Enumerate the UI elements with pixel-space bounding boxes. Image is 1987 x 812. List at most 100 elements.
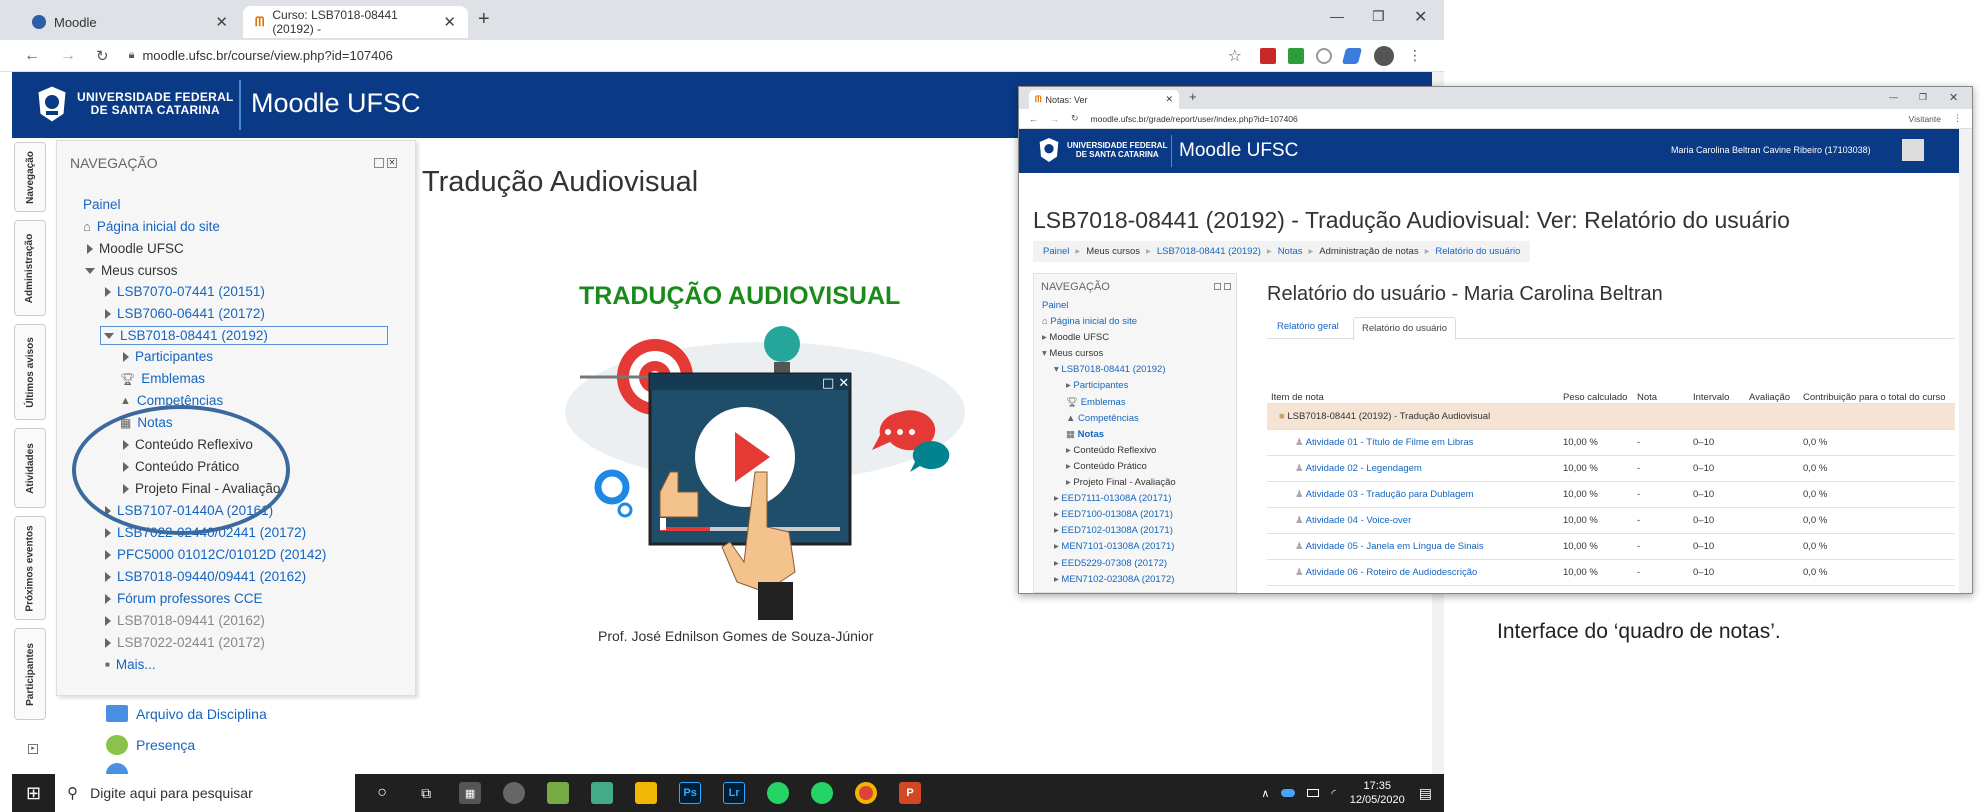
breadcrumb-item[interactable]: Painel <box>1043 246 1069 257</box>
side-tab-proximos-eventos[interactable]: Próximos eventos <box>14 516 46 620</box>
file-explorer-icon[interactable] <box>635 782 658 804</box>
chrome-icon[interactable] <box>855 782 878 804</box>
close-icon[interactable]: ✕ <box>1165 94 1173 105</box>
expand-arrow-icon[interactable] <box>105 637 111 648</box>
nav-item[interactable]: Moodle UFSC <box>1049 332 1109 343</box>
nav-item[interactable]: Painel <box>1042 300 1068 311</box>
star-icon[interactable]: ☆ <box>1228 46 1242 66</box>
nav-item[interactable]: Página inicial do site <box>1050 316 1137 327</box>
app-icon[interactable] <box>591 782 614 804</box>
expand-arrow-icon[interactable] <box>87 243 93 254</box>
new-tab-icon[interactable]: + <box>478 8 490 31</box>
grade-item-link[interactable]: Atividade 04 - Voice-over <box>1306 515 1412 526</box>
window-close-icon[interactable]: ✕ <box>1949 91 1958 104</box>
dock-block-icon[interactable] <box>1214 283 1221 290</box>
collapse-block-icon[interactable]: ✕ <box>387 158 397 168</box>
nav-course-hidden[interactable]: LSB7018-09441 (20162) <box>117 613 265 628</box>
tab-relatorio-geral[interactable]: Relatório geral <box>1271 321 1345 332</box>
nav-item[interactable]: MEN7101-01308A (20171) <box>1061 541 1174 552</box>
collapse-arrow-icon[interactable] <box>85 267 95 274</box>
nav-course[interactable]: Fórum professores CCE <box>117 591 263 606</box>
nav-item[interactable]: Emblemas <box>1081 397 1126 408</box>
breadcrumb-item[interactable]: Meus cursos <box>1086 246 1140 257</box>
site-name[interactable]: Moodle UFSC <box>251 88 421 119</box>
onedrive-icon[interactable] <box>1281 789 1296 797</box>
paint-icon[interactable] <box>503 782 526 804</box>
expand-arrow-icon[interactable] <box>105 593 111 604</box>
nav-course[interactable]: PFC5000 01012C/01012D (20142) <box>117 547 326 562</box>
breadcrumb-item[interactable]: Relatório do usuário <box>1435 246 1520 257</box>
side-tab-navegacao[interactable]: Navegação <box>14 142 46 212</box>
nav-item[interactable]: EED7111-01308A (20171) <box>1061 493 1171 504</box>
expand-arrow-icon[interactable] <box>105 286 111 297</box>
resource-link[interactable]: Presença <box>136 737 195 753</box>
breadcrumb-item[interactable]: Administração de notas <box>1319 246 1418 257</box>
calculator-icon[interactable]: ▦ <box>459 782 482 804</box>
task-view-icon[interactable]: ⧉ <box>415 782 437 804</box>
tab-curso[interactable]: ᗰ Curso: LSB7018-08441 (20192) - ✕ <box>243 6 468 38</box>
nav-item[interactable]: EED7102-01308A (20171) <box>1061 525 1172 536</box>
back-icon[interactable]: ← <box>1029 114 1038 124</box>
resource-link[interactable]: Arquivo da Disciplina <box>136 706 267 722</box>
app-icon[interactable] <box>547 782 570 804</box>
collapse-arrow-icon[interactable] <box>104 332 114 339</box>
side-tab-administracao[interactable]: Administração <box>14 220 46 316</box>
cortana-icon[interactable]: ○ <box>371 782 393 804</box>
grade-item-link[interactable]: Atividade 03 - Tradução para Dublagem <box>1306 489 1474 500</box>
grade-item-link[interactable]: Atividade 06 - Roteiro de Audiodescrição <box>1306 567 1478 578</box>
maximize-icon[interactable]: ❐ <box>1372 8 1385 25</box>
lightroom-icon[interactable]: Lr <box>723 782 746 804</box>
url-field[interactable]: moodle.ufsc.br/course/view.php?id=107406 <box>142 48 392 63</box>
tray-arrow-icon[interactable]: ∧ <box>1261 787 1269 800</box>
powerpoint-icon[interactable]: P <box>899 782 922 804</box>
expand-arrow-icon[interactable] <box>105 615 111 626</box>
user-name[interactable]: Maria Carolina Beltran Cavine Ribeiro (1… <box>1671 145 1871 155</box>
extension-icon[interactable] <box>1316 47 1332 64</box>
visitor-badge[interactable]: Visitante <box>1909 114 1941 124</box>
nav-item[interactable]: EED7100-01308A (20171) <box>1061 509 1172 520</box>
forward-icon[interactable]: → <box>1050 114 1059 124</box>
minimize-icon[interactable]: — <box>1330 8 1344 24</box>
expand-arrow-icon[interactable] <box>105 308 111 319</box>
taskbar-search[interactable]: ⚲ Digite aqui para pesquisar <box>55 774 356 812</box>
url-field[interactable]: moodle.ufsc.br/grade/report/user/index.p… <box>1091 114 1298 124</box>
minimize-icon[interactable]: — <box>1889 92 1898 102</box>
dock-block-icon[interactable] <box>374 158 384 168</box>
nav-item[interactable]: MEN7102-02308A (20172) <box>1061 574 1174 585</box>
nav-meus-cursos[interactable]: Meus cursos <box>101 263 178 278</box>
clock[interactable]: 17:35 12/05/2020 <box>1350 779 1405 807</box>
battery-icon[interactable] <box>1307 789 1320 797</box>
close-icon[interactable]: ✕ <box>215 13 228 31</box>
grade-item-link[interactable]: Atividade 02 - Legendagem <box>1306 463 1422 474</box>
grade-item-link[interactable]: Atividade 05 - Janela em Língua de Sinai… <box>1306 541 1484 552</box>
nav-item[interactable]: Projeto Final - Avaliação <box>1073 477 1175 488</box>
grade-item-link[interactable]: Atividade 01 - Título de Filme em Libras <box>1306 437 1474 448</box>
nav-moodle-ufsc[interactable]: Moodle UFSC <box>99 241 184 256</box>
dock-icon[interactable]: ▸ <box>28 744 38 754</box>
checkmark-extension-icon[interactable] <box>1288 47 1304 64</box>
tab-moodle[interactable]: Moodle ✕ <box>20 6 240 38</box>
breadcrumb-item[interactable]: LSB7018-08441 (20192) <box>1157 246 1261 257</box>
nav-item[interactable]: EED5229-07308 (20172) <box>1061 558 1167 569</box>
profile-avatar[interactable] <box>1374 45 1394 66</box>
window-close-icon[interactable]: ✕ <box>1414 7 1427 27</box>
nav-painel[interactable]: Painel <box>83 197 121 212</box>
nav-item[interactable]: Conteúdo Reflexivo <box>1073 445 1156 456</box>
extension-icon[interactable] <box>1260 47 1276 64</box>
whatsapp-icon[interactable] <box>767 782 790 804</box>
expand-arrow-icon[interactable] <box>123 351 129 362</box>
nav-current-course[interactable]: LSB7018-08441 (20192) <box>120 328 268 343</box>
menu-icon[interactable]: ⋮ <box>1953 113 1962 124</box>
nav-course[interactable]: LSB7060-06441 (20172) <box>117 306 265 321</box>
nav-course[interactable]: LSB7018-09440/09441 (20162) <box>117 569 306 584</box>
site-name[interactable]: Moodle UFSC <box>1179 140 1298 162</box>
new-tab-icon[interactable]: + <box>1189 89 1197 104</box>
windows-start-icon[interactable]: ⊞ <box>26 783 41 804</box>
nav-item[interactable]: Conteúdo Prático <box>1073 461 1146 472</box>
extension-icon[interactable] <box>1341 47 1363 64</box>
nav-item[interactable]: LSB7018-08441 (20192) <box>1061 364 1165 375</box>
breadcrumb-item[interactable]: Notas <box>1278 246 1303 257</box>
photoshop-icon[interactable]: Ps <box>679 782 702 804</box>
nav-mais[interactable]: Mais... <box>116 657 156 672</box>
side-tab-participantes[interactable]: Participantes <box>14 628 46 720</box>
